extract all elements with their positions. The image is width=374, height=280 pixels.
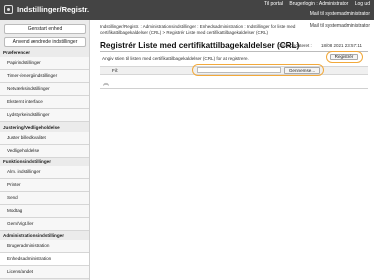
settings-app-icon bbox=[4, 5, 13, 14]
sidebar-item-timer-energy[interactable]: Timer-/energiindstillinger bbox=[0, 70, 89, 83]
register-button-highlight: Registrér bbox=[326, 51, 363, 63]
sidebar-item-store-access[interactable]: Gem/Vigt.ller bbox=[0, 218, 89, 231]
top-links: Til portal Brugerlogin : Administrator L… bbox=[259, 1, 370, 8]
apply-settings-button[interactable]: Anvend ændrede indstillinger bbox=[4, 37, 86, 47]
last-updated-label: Sidst opdateret : bbox=[278, 43, 312, 48]
sidebar-item-paper-settings[interactable]: Papirindstillinger bbox=[0, 57, 89, 70]
sidebar-item-external-interface[interactable]: Eksternt interface bbox=[0, 96, 89, 109]
double-chevron-up-icon[interactable]: ︽ bbox=[103, 81, 109, 87]
sidebar-item-image-quality[interactable]: Juster billedkvalitet bbox=[0, 132, 89, 145]
sidebar-heading-preferences: Præferencer bbox=[3, 50, 31, 55]
portal-link[interactable]: Til portal bbox=[264, 1, 283, 7]
sidebar-item-send[interactable]: Send bbox=[0, 192, 89, 205]
sidebar-heading-management: Administrationsindstillinger bbox=[3, 233, 64, 238]
sidebar-item-common[interactable]: Alm. indstillinger bbox=[0, 166, 89, 179]
logout-link[interactable]: Log ud bbox=[355, 1, 370, 7]
restart-device-button[interactable]: Genstart enhed bbox=[4, 24, 86, 34]
page-title: Registrér Liste med certifikattilbagekal… bbox=[100, 41, 300, 50]
breadcrumb[interactable]: Indstillinger/Registr. : Administrations… bbox=[100, 24, 330, 35]
sidebar-heading-function: Funktionsindstillinger bbox=[3, 159, 51, 164]
sidebar-item-network[interactable]: Netværksindstillinger bbox=[0, 83, 89, 96]
sidebar-heading-adjustment: Justering/Vedligeholdelse bbox=[3, 125, 60, 130]
file-label: Fil: bbox=[112, 68, 119, 73]
last-updated-value: 18/08 2021 23:57:11 bbox=[321, 43, 362, 48]
user-login-status: Brugerlogin : Administrator bbox=[289, 1, 349, 7]
instruction-text: Angiv stien til listen med certifikattil… bbox=[102, 56, 249, 61]
mail-admin-link[interactable]: Mail til systemadministrator bbox=[310, 23, 370, 29]
sidebar-item-maintenance[interactable]: Vedligeholdelse bbox=[0, 145, 89, 158]
app-title: Indstillinger/Registr. bbox=[17, 5, 90, 14]
sidebar-item-receive[interactable]: Modtag bbox=[0, 205, 89, 218]
file-path-input[interactable] bbox=[197, 67, 281, 73]
sidebar: Genstart enhed Anvend ændrede indstillin… bbox=[0, 20, 90, 280]
content-divider bbox=[100, 88, 368, 89]
sidebar-item-license-other[interactable]: Licens/andet bbox=[0, 266, 89, 279]
last-updated: Sidst opdateret : 18/08 2021 23:57:11 bbox=[271, 43, 362, 48]
top-bar: Indstillinger/Registr. Til portal Bruger… bbox=[0, 0, 374, 20]
browse-button[interactable]: Gennemse... bbox=[284, 66, 320, 74]
sidebar-item-device-management[interactable]: Enhedsadministration bbox=[0, 253, 89, 266]
register-button[interactable]: Registrér bbox=[330, 54, 358, 60]
sidebar-item-volume[interactable]: Lydstyrkeindstillinger bbox=[0, 109, 89, 122]
sidebar-item-printer[interactable]: Printer bbox=[0, 179, 89, 192]
mail-admin-link-top[interactable]: Mail til systemadministrator bbox=[310, 11, 370, 18]
sidebar-item-user-management[interactable]: Brugeradministration bbox=[0, 240, 89, 253]
